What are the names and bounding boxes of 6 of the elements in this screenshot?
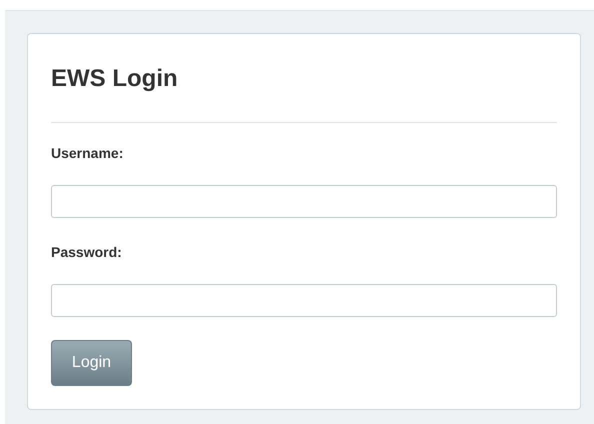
login-button[interactable]: Login: [51, 340, 132, 386]
card-title: EWS Login: [51, 64, 179, 94]
field-label: Username:: [51, 144, 124, 163]
text-field[interactable]: [51, 284, 557, 317]
text-field[interactable]: [51, 185, 557, 218]
field-label: Password:: [51, 243, 123, 262]
